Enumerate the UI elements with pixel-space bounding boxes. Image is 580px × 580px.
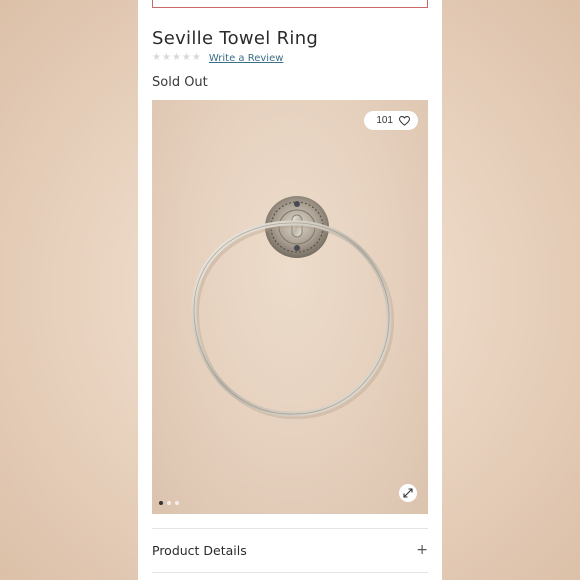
- heart-outline-icon: [399, 115, 410, 126]
- product-details-label: Product Details: [152, 542, 247, 558]
- carousel-dots: [159, 501, 179, 505]
- product-title: Seville Towel Ring: [152, 28, 319, 49]
- divider: [152, 528, 428, 529]
- star-icon: ★: [152, 52, 161, 63]
- product-details-accordion[interactable]: Product Details +: [152, 530, 428, 570]
- write-review-link[interactable]: Write a Review: [209, 53, 284, 64]
- previous-section-box: [152, 0, 428, 8]
- product-page: Seville Towel Ring ★ ★ ★ ★ ★ Write a Rev…: [138, 0, 442, 580]
- plus-icon: +: [416, 542, 428, 558]
- zoom-button[interactable]: [399, 484, 417, 502]
- star-icon: ★: [161, 52, 171, 63]
- star-icon: ★: [181, 52, 191, 63]
- star-icon: ★: [191, 52, 201, 63]
- product-image-gallery[interactable]: 101: [152, 100, 428, 514]
- favorite-count: 101: [376, 115, 393, 126]
- carousel-dot[interactable]: [167, 501, 171, 505]
- rating-stars: ★ ★ ★ ★ ★: [152, 52, 201, 64]
- divider: [152, 572, 428, 573]
- stock-status: Sold Out: [152, 75, 208, 90]
- rating-row: ★ ★ ★ ★ ★ Write a Review: [152, 52, 283, 64]
- expand-icon: [403, 488, 413, 498]
- product-image: [191, 196, 395, 420]
- favorite-button[interactable]: 101: [364, 111, 418, 130]
- carousel-dot[interactable]: [159, 501, 163, 505]
- carousel-dot[interactable]: [175, 501, 179, 505]
- star-icon: ★: [171, 52, 181, 63]
